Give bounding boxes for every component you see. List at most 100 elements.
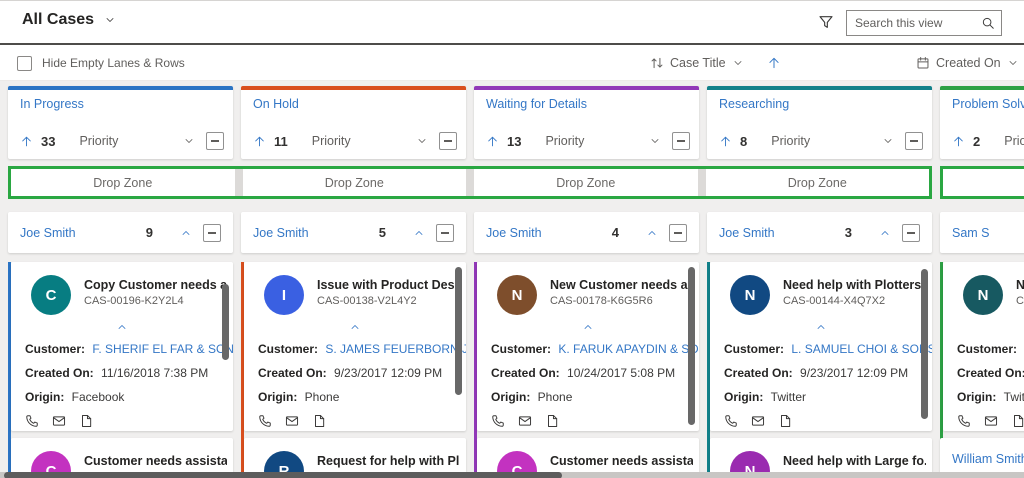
sort-ascending-icon[interactable] — [767, 56, 781, 70]
case-title[interactable]: New Customer needs as... — [550, 278, 693, 292]
lane-aggregate-field[interactable]: Priority — [545, 134, 584, 148]
phone-icon[interactable] — [957, 414, 971, 428]
chevron-up-icon[interactable] — [349, 321, 361, 333]
dropzone-row: Drop Zone — [940, 166, 1024, 199]
dropzone[interactable]: Drop Zone — [474, 169, 698, 196]
dropzone[interactable]: Drop Zone — [943, 169, 1024, 196]
document-icon[interactable] — [1011, 414, 1024, 428]
vertical-scrollbar[interactable] — [222, 284, 229, 360]
collapse-row-button[interactable] — [669, 223, 687, 242]
chevron-up-icon[interactable] — [180, 227, 192, 239]
collapse-row-button[interactable] — [203, 223, 221, 242]
row-count: 9 — [145, 225, 153, 240]
lane-title[interactable]: Researching — [707, 90, 932, 111]
avatar: C — [31, 275, 71, 315]
collapse-lane-button[interactable] — [672, 132, 690, 150]
email-icon[interactable] — [751, 414, 765, 428]
avatar: N — [730, 275, 770, 315]
dropzone[interactable]: Drop Zone — [706, 169, 930, 196]
chevron-down-icon[interactable] — [183, 135, 195, 147]
phone-icon[interactable] — [724, 414, 738, 428]
lane-title[interactable]: In Progress — [8, 90, 233, 111]
case-title[interactable]: Need help with Large fo... — [783, 454, 926, 468]
case-card[interactable]: N Need help with... CAS-00... Customer: … — [943, 262, 1024, 431]
lane-aggregate-field[interactable]: Priority — [1004, 134, 1024, 148]
email-icon[interactable] — [984, 414, 998, 428]
search-icon[interactable] — [981, 16, 995, 30]
search-input[interactable] — [847, 16, 981, 30]
row-owner[interactable]: William Smith — [952, 452, 1024, 466]
case-title[interactable]: Need help with... — [1016, 278, 1024, 292]
chevron-up-icon[interactable] — [815, 321, 827, 333]
case-title[interactable]: Request for help with Pl... — [317, 454, 460, 468]
case-number: CAS-00178-K6G5R6 — [550, 295, 653, 307]
chevron-down-icon[interactable] — [416, 135, 428, 147]
collapse-lane-button[interactable] — [206, 132, 224, 150]
phone-icon[interactable] — [258, 414, 272, 428]
chevron-down-icon[interactable] — [882, 135, 894, 147]
email-icon[interactable] — [285, 414, 299, 428]
case-title[interactable]: Copy Customer needs as... — [84, 278, 227, 292]
lane-title[interactable]: Waiting for Details — [474, 90, 699, 111]
lane-aggregate-field[interactable]: Priority — [79, 134, 118, 148]
case-number: CAS-00144-X4Q7X2 — [783, 295, 886, 307]
document-icon[interactable] — [312, 414, 326, 428]
case-card[interactable]: I Issue with Product Desig... CAS-00138-… — [244, 262, 466, 431]
view-selector[interactable]: All Cases — [22, 11, 116, 29]
lane-title[interactable]: On Hold — [241, 90, 466, 111]
row-owner[interactable]: Sam S — [952, 226, 1024, 240]
row-owner[interactable]: Joe Smith — [719, 226, 845, 240]
dropzone[interactable]: Drop Zone — [243, 169, 467, 196]
customer-link[interactable]: F. SHERIF EL FAR & SON... — [92, 342, 233, 356]
chevron-up-icon[interactable] — [879, 227, 891, 239]
customer-link[interactable]: K. FARUK APAYDIN & SON... — [558, 342, 699, 356]
vertical-scrollbar[interactable] — [688, 267, 695, 425]
email-icon[interactable] — [518, 414, 532, 428]
chevron-up-icon[interactable] — [116, 321, 128, 333]
origin-field: Origin: Twitter — [957, 390, 1024, 404]
case-card[interactable]: N New Customer needs as... CAS-00178-K6G… — [477, 262, 699, 431]
hide-empty-toggle[interactable]: Hide Empty Lanes & Rows — [17, 45, 185, 81]
dropzone[interactable]: Drop Zone — [11, 169, 235, 196]
email-icon[interactable] — [52, 414, 66, 428]
document-icon[interactable] — [778, 414, 792, 428]
collapse-lane-button[interactable] — [905, 132, 923, 150]
row-owner[interactable]: Joe Smith — [486, 226, 612, 240]
horizontal-scrollbar-thumb[interactable] — [4, 472, 562, 478]
case-title[interactable]: Customer needs assistan... — [550, 454, 693, 468]
case-title[interactable]: Need help with Plotters — [783, 278, 921, 292]
chevron-up-icon[interactable] — [413, 227, 425, 239]
row-owner[interactable]: Joe Smith — [20, 226, 146, 240]
filter-icon[interactable] — [818, 14, 834, 30]
sort-control[interactable]: Case Title — [650, 45, 781, 81]
collapse-row-button[interactable] — [436, 223, 454, 242]
row-owner[interactable]: Joe Smith — [253, 226, 379, 240]
chevron-up-icon[interactable] — [582, 321, 594, 333]
lane-title[interactable]: Problem Solved — [940, 90, 1024, 111]
horizontal-scrollbar-track[interactable] — [0, 472, 1024, 478]
document-icon[interactable] — [545, 414, 559, 428]
customer-link[interactable]: S. JAMES FEUERBORN JR ... — [325, 342, 466, 356]
row-header: Joe Smith 3 — [707, 212, 932, 253]
kanban-view: All Cases Hide Empty Lanes & Rows Case T… — [0, 0, 1024, 478]
lane-field-control[interactable]: Created On — [916, 45, 1019, 81]
origin-field: Origin: Twitter — [724, 390, 807, 404]
phone-icon[interactable] — [25, 414, 39, 428]
chevron-down-icon[interactable] — [649, 135, 661, 147]
collapse-lane-button[interactable] — [439, 132, 457, 150]
case-title[interactable]: Issue with Product Desig... — [317, 278, 460, 292]
case-title[interactable]: Customer needs assistan... — [84, 454, 227, 468]
vertical-scrollbar[interactable] — [455, 267, 462, 395]
document-icon[interactable] — [79, 414, 93, 428]
case-card[interactable]: C Copy Customer needs as... CAS-00196-K2… — [11, 262, 233, 431]
case-card[interactable]: N Need help with Plotters CAS-00144-X4Q7… — [710, 262, 932, 431]
vertical-scrollbar[interactable] — [921, 269, 928, 419]
lane-aggregate-field[interactable]: Priority — [771, 134, 810, 148]
origin-field: Origin: Phone — [491, 390, 573, 404]
lane-aggregate-field[interactable]: Priority — [312, 134, 351, 148]
phone-icon[interactable] — [491, 414, 505, 428]
collapse-row-button[interactable] — [902, 223, 920, 242]
hide-empty-checkbox[interactable] — [17, 55, 32, 71]
customer-link[interactable]: L. SAMUEL CHOI & SONS — [791, 342, 932, 356]
chevron-up-icon[interactable] — [646, 227, 658, 239]
